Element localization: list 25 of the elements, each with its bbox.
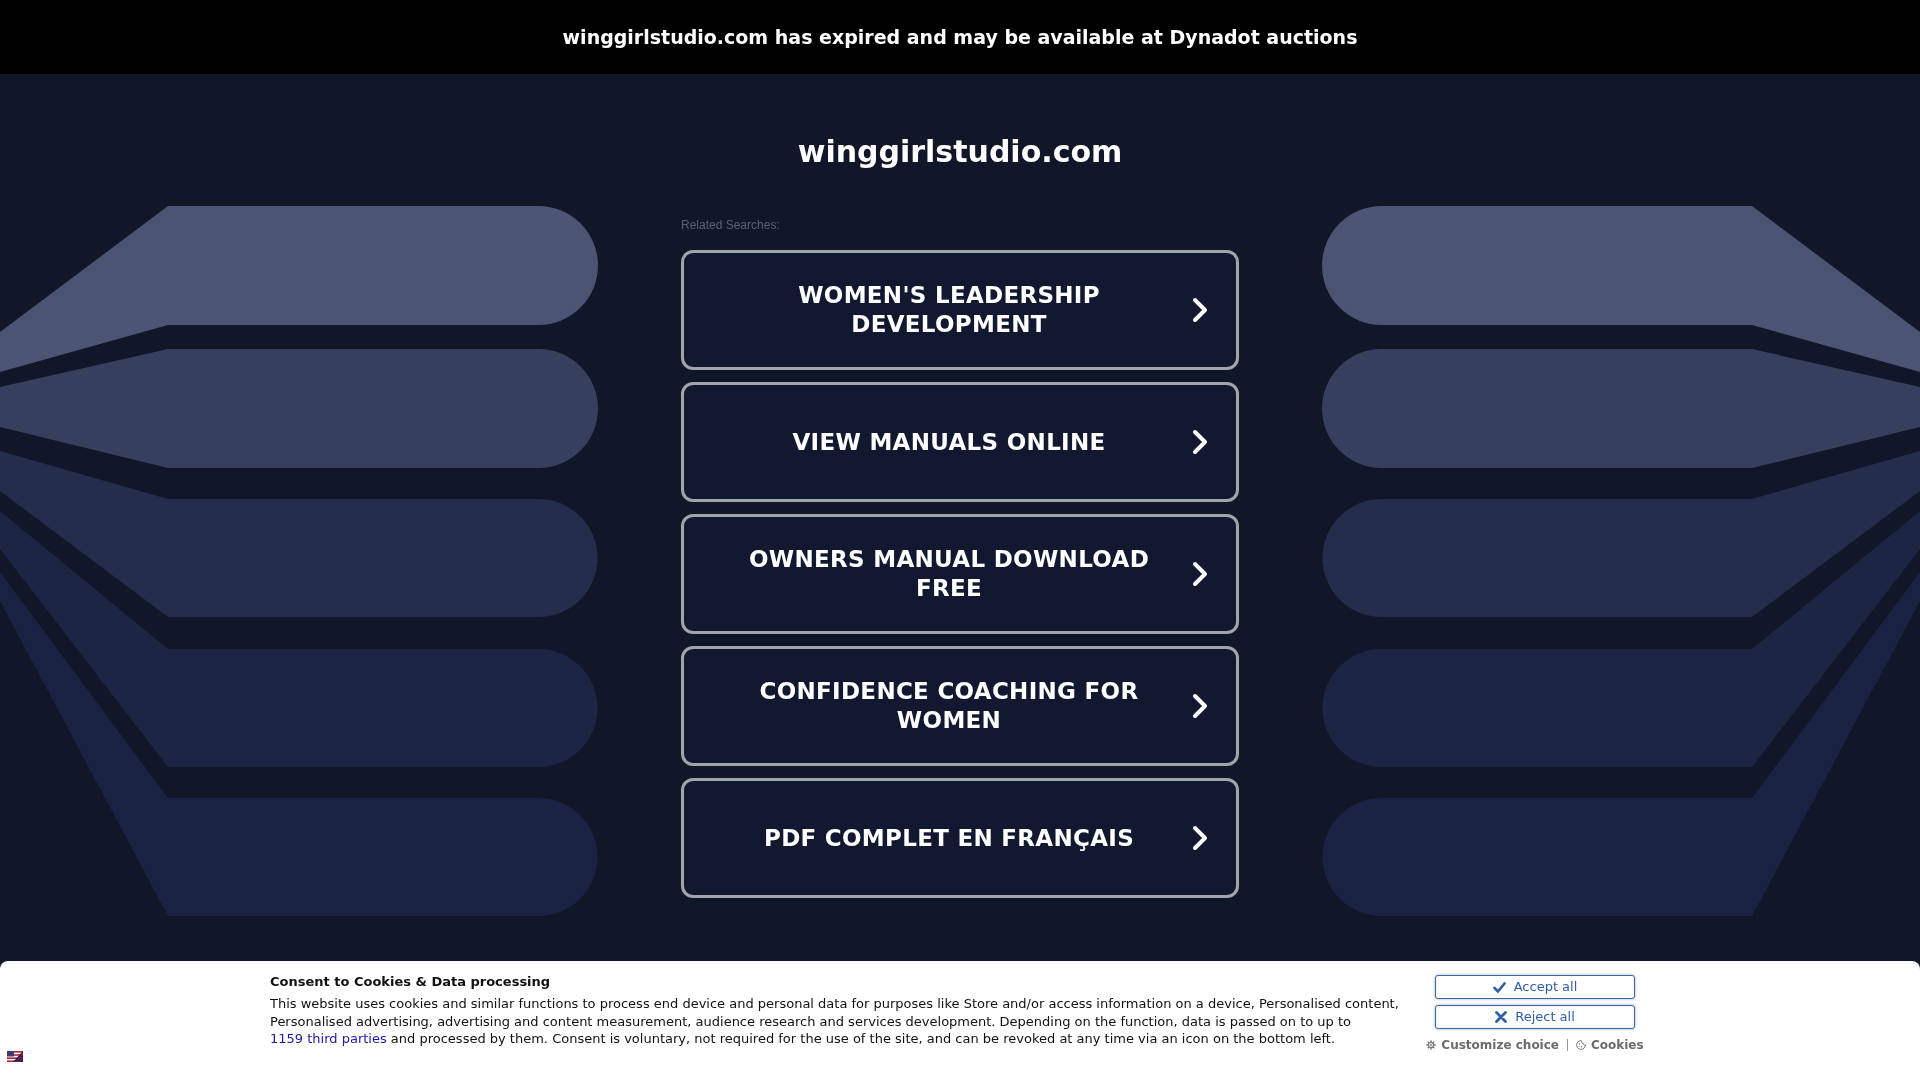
consent-title: Consent to Cookies & Data processing xyxy=(270,973,551,991)
related-search-button[interactable]: VIEW MANUALS ONLINE xyxy=(681,382,1239,502)
gear-icon xyxy=(1426,1040,1437,1050)
related-searches-label: Related Searches: xyxy=(681,218,780,232)
chevron-right-icon xyxy=(1192,429,1208,455)
chevron-right-icon xyxy=(1192,693,1208,719)
domain-title: winggirlstudio.com xyxy=(797,134,1123,170)
related-search-button[interactable]: OWNERS MANUAL DOWNLOAD FREE xyxy=(681,514,1239,634)
third-parties-link[interactable]: 1159 third parties xyxy=(270,1031,387,1046)
flag-icon[interactable] xyxy=(7,1051,23,1062)
cookie-icon xyxy=(1576,1040,1586,1050)
consent-text: This website uses cookies and similar functions to process end device and personal data for purposes like Store and/or access information on a device, Personalised content, Personalised advertising, advertising and content measurement, audience research and services development. Depending on the function, data is passed on to up to 1159 third parties and processed by them. Consent is voluntary, not required for the use of the site, and can be revoked at any time via an icon on the bottom left. xyxy=(270,995,1400,1048)
accept-all-button[interactable]: Accept all xyxy=(1435,975,1635,999)
chevron-right-icon xyxy=(1192,825,1208,851)
close-icon xyxy=(1495,1011,1508,1023)
related-search-button[interactable]: PDF COMPLET EN FRANÇAIS xyxy=(681,778,1239,898)
chevron-right-icon xyxy=(1192,561,1208,587)
customize-choice-link[interactable]: Customize choice xyxy=(1426,1038,1559,1052)
reject-all-button[interactable]: Reject all xyxy=(1435,1005,1635,1029)
related-search-button[interactable]: CONFIDENCE COACHING FOR WOMEN xyxy=(681,646,1239,766)
expiry-notice: winggirlstudio.com has expired and may be available at Dynadot auctions xyxy=(562,25,1358,49)
chevron-right-icon xyxy=(1192,297,1208,323)
check-icon xyxy=(1492,981,1506,993)
cookies-link[interactable]: Cookies xyxy=(1576,1038,1644,1052)
related-search-button[interactable]: WOMEN'S LEADERSHIP DEVELOPMENT xyxy=(681,250,1239,370)
